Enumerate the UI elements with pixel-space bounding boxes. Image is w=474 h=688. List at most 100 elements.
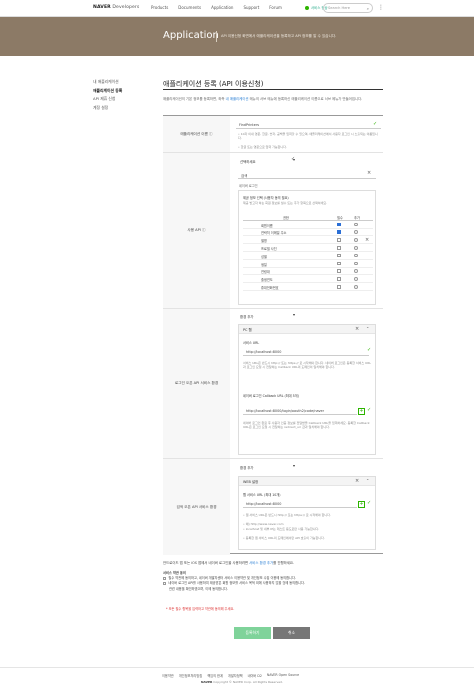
web-note-4: • 등록한 웹 서비스 URL의 도메인에서만 API 호출이 가능합니다. (243, 536, 325, 540)
additional-radio[interactable] (354, 238, 358, 242)
banner-title: Application (163, 30, 219, 41)
web-env-select-value: 환경 추가 (240, 465, 254, 470)
add-callback-url-button[interactable]: + (358, 408, 365, 415)
footer-link-open-source[interactable]: NAVER Open Source (267, 673, 299, 678)
web-url-input[interactable]: http://localhost:8000 (243, 500, 357, 508)
footer-brand: NAVER (201, 680, 213, 684)
required-checkbox[interactable] (337, 245, 341, 250)
col-required: 필수 (337, 215, 343, 220)
nav-support[interactable]: Support (243, 5, 259, 10)
provided-info-title: 제공 정보 선택 (사용자 동의 필요) (243, 196, 289, 200)
intro-link-my-apps[interactable]: 내 애플리케이션 (226, 97, 249, 101)
required-checkbox[interactable] (337, 238, 341, 242)
terms-checkbox-2[interactable] (163, 581, 167, 586)
web-settings-title: WEB 설정 (243, 480, 259, 484)
permission-row: 별명 (243, 236, 373, 245)
required-checkbox[interactable] (337, 269, 341, 273)
nav-forum[interactable]: Forum (269, 5, 282, 10)
callback-url-input[interactable]: http://localhost:8000/login/oauth2/code/… (243, 407, 357, 415)
required-checkbox[interactable] (337, 230, 341, 234)
additional-radio[interactable] (354, 261, 358, 266)
nav-products[interactable]: Products (151, 5, 168, 10)
add-env-notice: 안드로이드 앱 또는 iOS 앱에서 네이버 로그인을 사용하려면 서비스 환경… (163, 561, 383, 566)
title-divider (163, 89, 383, 90)
terms-checkbox-1[interactable] (163, 576, 167, 580)
additional-radio[interactable] (354, 245, 358, 250)
submit-button[interactable]: 등록하기 (234, 627, 271, 639)
additional-radio[interactable] (354, 230, 358, 234)
terms-text-3: 관련 내용을 확인하였으며, 이에 동의합니다. (169, 586, 228, 591)
permission-row: 출생연도 (243, 275, 373, 284)
additional-radio[interactable] (354, 284, 358, 289)
app-name-input[interactable]: FindPrinters (236, 121, 381, 129)
chevron-up-icon[interactable]: ⌃ (366, 326, 369, 331)
web-env-select[interactable]: 환경 추가 ▾ (238, 463, 298, 471)
footer-copyright: NAVER Copyright © NAVER Corp. All Rights… (201, 680, 283, 684)
footer-copy-text: Copyright © NAVER Corp. All Rights Reser… (213, 680, 283, 684)
required-checkbox[interactable] (337, 284, 341, 289)
terms-text-1: 필수 약관에 동의하고, 네이버 개발자센터 서비스 이용약관 및 개인정보 수… (168, 576, 296, 581)
nav-documents[interactable]: Documents (178, 5, 201, 10)
status-dot-icon (305, 5, 309, 10)
permission-name: 휴대전화번호 (261, 285, 279, 290)
permission-name: 별명 (261, 239, 267, 244)
api-search-input[interactable]: 검색 (238, 171, 376, 179)
required-checkbox[interactable] (337, 277, 341, 281)
required-checkbox[interactable] (337, 261, 341, 266)
col-permission: 권한 (283, 215, 289, 220)
terms-agreement: 서비스 약관 동의 필수 약관에 동의하고, 네이버 개발자센터 서비스 이용약… (163, 571, 383, 592)
web-settings-close-icon[interactable]: × (355, 478, 359, 484)
web-note-1: • 웹 서비스 URL은 반드시 http:// 또는 https:// 로 시… (243, 513, 331, 517)
add-service-env-link[interactable]: 서비스 환경 추가 (249, 561, 273, 565)
footer-link-privacy[interactable]: 개인정보처리방침 (179, 673, 202, 678)
permission-row: 성별 (243, 252, 373, 260)
sidebar-item-account-settings[interactable]: 계정 설정 (93, 104, 122, 113)
api-select-check-icon: ✓ (291, 156, 296, 162)
search-icon[interactable]: ⌕ (367, 6, 369, 11)
cancel-button[interactable]: 취소 (273, 627, 310, 639)
additional-radio[interactable] (354, 277, 358, 281)
required-checkbox[interactable] (337, 222, 341, 227)
web-url-check-icon: ✓ (367, 500, 372, 506)
api-select[interactable]: 선택하세요 ▾ (238, 157, 298, 165)
permission-row: 회원이름 (243, 221, 373, 229)
footer-link-dev-policy[interactable]: 개발자정책 (228, 673, 243, 678)
pc-web-close-icon[interactable]: × (355, 326, 359, 332)
web-url-label: 웹 서비스 URL (최대 10개) (243, 493, 281, 497)
search-placeholder: Search Here (328, 6, 351, 10)
permission-row: 프로필 사진 (243, 244, 373, 252)
top-navigation-bar: NAVER Developers Products Documents Appl… (0, 0, 474, 17)
footer-link-d2[interactable]: 네이버 D2 (248, 673, 262, 678)
naver-developers-logo[interactable]: NAVER Developers (93, 5, 139, 10)
sidebar-item-api-partnership[interactable]: API 제휴 신청 (93, 95, 122, 104)
provided-info-box: 제공 정보 선택 (사용자 동의 필요) 제공 받고자 하는 회원 정보를 필수… (238, 190, 376, 305)
footer-link-liability[interactable]: 책임의 한계 (207, 673, 223, 678)
sidebar-item-register-app[interactable]: 애플리케이션 등록 (93, 87, 122, 96)
additional-radio[interactable] (354, 253, 358, 258)
search-input[interactable]: Search Here ⌕ (323, 3, 373, 13)
permission-name: 출생연도 (261, 278, 273, 283)
footer: 이용약관 개인정보처리방침 책임의 한계 개발자정책 네이버 D2 NAVER … (0, 667, 474, 688)
permission-name: 연령대 (261, 270, 270, 275)
web-settings-box: WEB 설정 × ⌃ 웹 서비스 URL (최대 10개) http://loc… (238, 476, 376, 550)
service-url-input[interactable]: http://localhost:8000 (243, 348, 369, 356)
page-intro: 애플리케이션의 기본 정보를 등록하면, 좌측 내 애플리케이션 메뉴의 서브 … (163, 97, 383, 102)
sidebar-item-my-apps[interactable]: 내 애플리케이션 (93, 78, 122, 87)
footer-link-terms[interactable]: 이용약관 (162, 673, 174, 678)
chevron-up-icon[interactable]: ⌃ (366, 478, 369, 483)
required-checkbox[interactable] (337, 253, 341, 258)
additional-radio[interactable] (354, 269, 358, 273)
callback-url-check-icon: ✓ (367, 407, 372, 413)
login-env-select[interactable]: 환경 추가 ▾ (238, 312, 298, 320)
api-select-value: 선택하세요 (240, 159, 256, 164)
api-remove-icon[interactable]: × (365, 237, 369, 243)
login-env-row: 로그인 오픈 API 서비스 환경 환경 추가 ▾ PC 웹 × ⌃ 서비스 UR… (163, 309, 383, 459)
add-web-url-button[interactable]: + (358, 501, 365, 508)
app-name-note-2: • 한글 또는 영문으로 입력 가능합니다. (238, 145, 287, 149)
permission-name: 회원이름 (261, 223, 273, 228)
menu-icon[interactable]: ⋮ (378, 4, 384, 12)
nav-application[interactable]: Application (211, 5, 233, 10)
api-search-clear-icon[interactable]: × (367, 170, 371, 176)
api-label: 사용 API ⓘ (163, 153, 230, 308)
additional-radio[interactable] (354, 222, 358, 227)
